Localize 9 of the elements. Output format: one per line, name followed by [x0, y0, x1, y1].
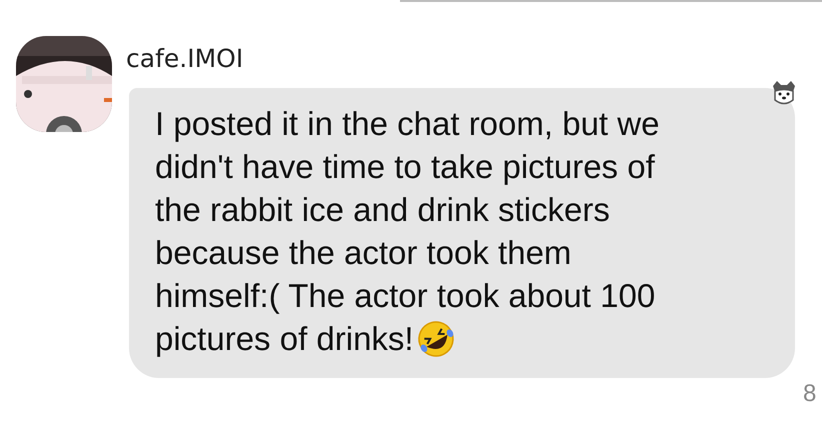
message-text: himself:( The actor took about 100	[155, 276, 656, 316]
message-text: the rabbit ice and drink stickers	[155, 190, 610, 230]
message-text: didn't have time to take pictures of	[155, 147, 655, 187]
message-text: because the actor took them	[155, 233, 572, 273]
sender-name: cafe.IMOI	[126, 43, 244, 75]
message-text: pictures of drinks!	[155, 319, 414, 359]
laughing-face-icon	[416, 318, 456, 358]
message-text: I posted it in the chat room, but we	[155, 104, 660, 144]
timestamp-fragment: 8	[803, 380, 816, 408]
